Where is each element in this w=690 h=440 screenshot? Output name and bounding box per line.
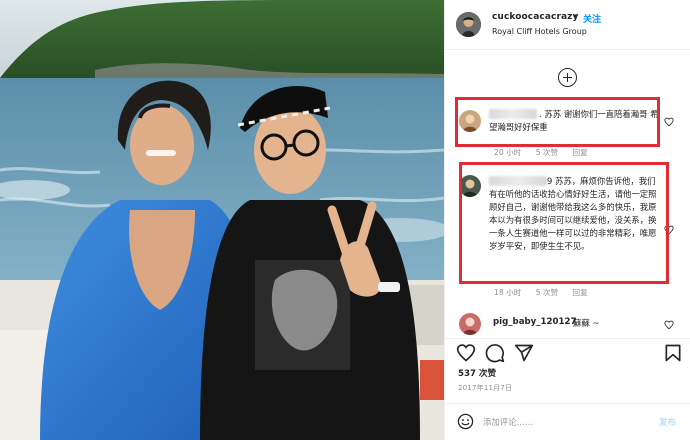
- comment-composer: 发布: [445, 403, 690, 440]
- comment-likes[interactable]: 5 次赞: [536, 288, 558, 297]
- follow-button[interactable]: 关注: [583, 12, 601, 25]
- comment-text: 9 苏苏，麻烦你告诉他，我们有在听他的话收拾心情好好生活，请他一定照顾好自己，谢…: [489, 176, 657, 251]
- comment-meta: 20 小时 5 次赞 回复: [494, 147, 600, 158]
- author-avatar[interactable]: [456, 12, 481, 37]
- comment-reply[interactable]: 回复: [573, 288, 588, 297]
- post-header: cuckoocacacrazy • 关注 Royal Cliff Hotels …: [445, 0, 690, 50]
- comment-item: . 苏苏 谢谢你们一直陪着瀚哥 希望瀚哥好好保重 20 小时 5 次赞 回复: [445, 104, 690, 160]
- comment-reply[interactable]: 回复: [573, 148, 588, 157]
- comment-text: . 苏苏 谢谢你们一直陪着瀚哥 希望瀚哥好好保重: [489, 109, 659, 132]
- heart-icon[interactable]: [456, 343, 476, 363]
- comment-meta: 18 小时 5 次赞 回复: [494, 287, 600, 298]
- likes-count[interactable]: 537 次赞: [458, 367, 496, 379]
- comment-time: 20 小时: [494, 148, 522, 157]
- add-circle-icon[interactable]: [558, 68, 577, 87]
- separator-dot: •: [573, 12, 579, 22]
- commenter-avatar[interactable]: [459, 313, 481, 335]
- commenter-username[interactable]: pig_baby_120127: [493, 317, 576, 327]
- author-username[interactable]: cuckoocacacrazy: [492, 12, 578, 22]
- post-date: 2017年11月7日: [458, 384, 513, 392]
- heart-icon[interactable]: [664, 320, 674, 330]
- heart-icon[interactable]: [664, 225, 674, 235]
- heart-icon[interactable]: [664, 117, 674, 127]
- comment-item: 9 苏苏，麻烦你告诉他，我们有在听他的话收拾心情好好生活，请他一定照顾好自己，谢…: [445, 171, 690, 301]
- action-bar: [445, 338, 690, 364]
- emoji-icon[interactable]: [457, 413, 474, 430]
- bookmark-icon[interactable]: [663, 343, 683, 363]
- post-sidebar: cuckoocacacrazy • 关注 Royal Cliff Hotels …: [444, 0, 690, 440]
- comment-text: 蘇蘇 ~: [573, 318, 600, 328]
- comment-input[interactable]: [483, 414, 643, 430]
- commenter-avatar[interactable]: [459, 110, 481, 132]
- post-button[interactable]: 发布: [659, 416, 676, 428]
- photo-image: [0, 0, 444, 440]
- post-location[interactable]: Royal Cliff Hotels Group: [492, 27, 587, 36]
- comment-item: pig_baby_120127 蘇蘇 ~: [445, 313, 690, 335]
- comment-likes[interactable]: 5 次赞: [536, 148, 558, 157]
- post-photo: [0, 0, 444, 440]
- comment-icon[interactable]: [485, 343, 505, 363]
- comment-time: 18 小时: [494, 288, 522, 297]
- share-icon[interactable]: [514, 343, 534, 363]
- commenter-avatar[interactable]: [459, 175, 481, 197]
